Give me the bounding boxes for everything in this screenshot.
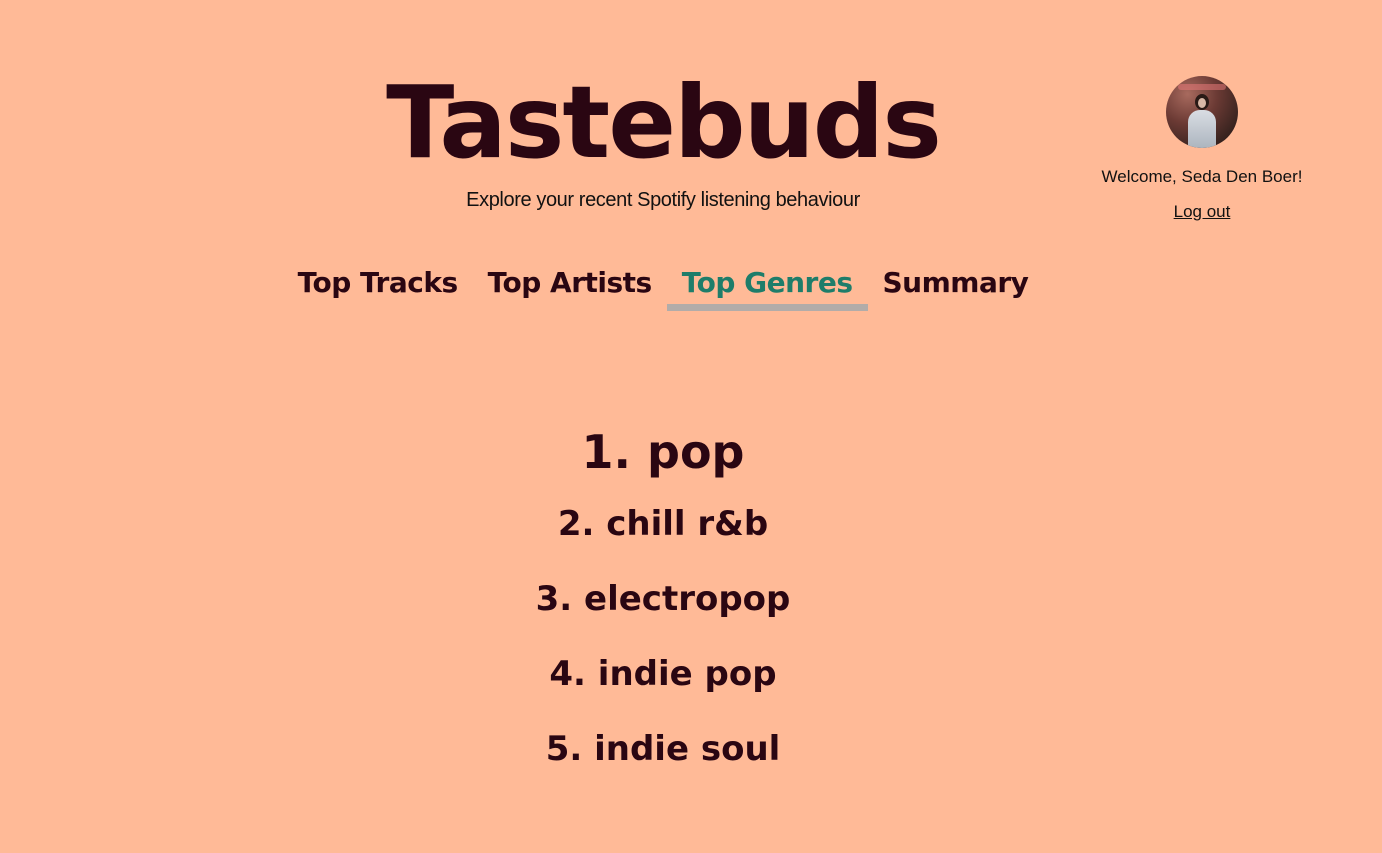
- genre-item-3: 3. electropop: [535, 579, 791, 619]
- main-nav: Top Tracks Top Artists Top Genres Summar…: [0, 262, 1326, 311]
- tab-summary[interactable]: Summary: [868, 262, 1044, 311]
- genre-list: 1. pop 2. chill r&b 3. electropop 4. ind…: [0, 418, 1326, 800]
- tab-top-genres[interactable]: Top Genres: [666, 262, 868, 311]
- genre-item-2: 2. chill r&b: [557, 504, 769, 544]
- genre-item-4: 4. indie pop: [549, 654, 777, 694]
- avatar: [1166, 76, 1238, 148]
- tab-top-artists[interactable]: Top Artists: [473, 262, 667, 311]
- logout-link[interactable]: Log out: [1174, 202, 1231, 222]
- genre-item-1: 1. pop: [581, 425, 745, 479]
- welcome-message: Welcome, Seda Den Boer!: [1101, 167, 1303, 186]
- genre-item-5: 5. indie soul: [545, 729, 781, 769]
- tab-top-tracks[interactable]: Top Tracks: [283, 262, 473, 311]
- user-panel: Welcome, Seda Den Boer! Log out: [1082, 76, 1322, 222]
